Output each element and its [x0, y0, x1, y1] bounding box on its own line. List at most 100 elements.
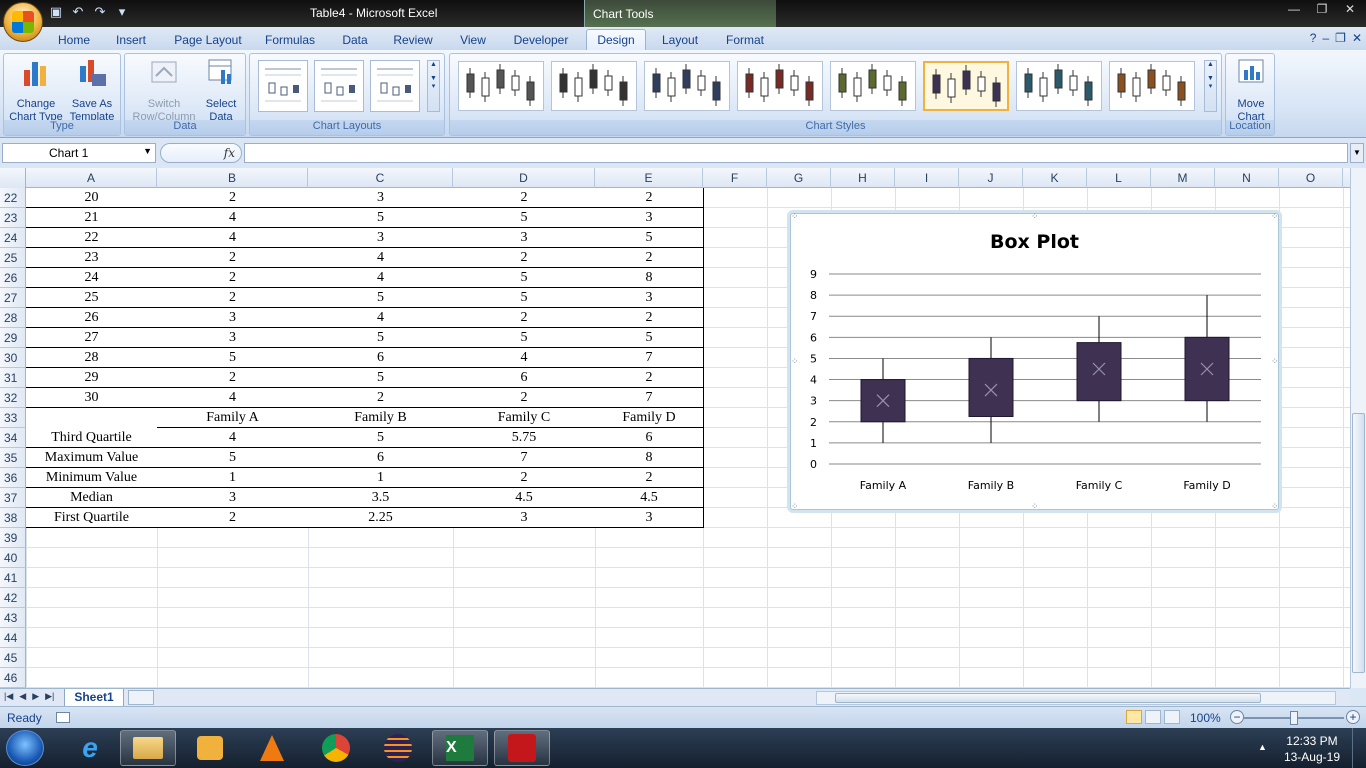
chart-style-8[interactable]: [1109, 61, 1195, 111]
first-sheet-icon[interactable]: |◀: [4, 691, 13, 702]
tab-developer[interactable]: Developer: [513, 30, 569, 50]
row-header-28[interactable]: 28: [0, 308, 26, 328]
office-button[interactable]: [3, 2, 43, 42]
normal-view-icon[interactable]: [1126, 710, 1142, 724]
cell-c30[interactable]: 6: [308, 348, 454, 368]
eclipse-icon[interactable]: [370, 730, 426, 766]
row-header-27[interactable]: 27: [0, 288, 26, 308]
ribbon-minimize-icon[interactable]: –: [1322, 31, 1329, 45]
tab-home[interactable]: Home: [58, 30, 90, 50]
column-header-b[interactable]: B: [157, 168, 308, 188]
column-header-m[interactable]: M: [1151, 168, 1215, 188]
redo-icon[interactable]: ↷: [92, 4, 108, 20]
switch-row-column-button[interactable]: Switch Row/Column: [129, 56, 199, 124]
row-header-34[interactable]: 34: [0, 428, 26, 448]
chart-layout-1[interactable]: [258, 60, 308, 112]
cell-a25[interactable]: 23: [26, 248, 158, 268]
save-icon[interactable]: ▣: [48, 4, 64, 20]
cell-a38[interactable]: First Quartile: [26, 508, 158, 528]
ribbon-restore-icon[interactable]: ❐: [1335, 31, 1346, 45]
insert-sheet-icon[interactable]: [128, 690, 154, 705]
chart-layout-3[interactable]: [370, 60, 420, 112]
cell-b29[interactable]: 3: [157, 328, 309, 348]
select-all-corner[interactable]: [0, 168, 26, 188]
cell-b33[interactable]: Family A: [157, 408, 309, 428]
row-header-45[interactable]: 45: [0, 648, 26, 668]
cell-a32[interactable]: 30: [26, 388, 158, 408]
cell-e36[interactable]: 2: [595, 468, 704, 488]
row-header-43[interactable]: 43: [0, 608, 26, 628]
cell-a33[interactable]: [26, 408, 158, 428]
cell-c28[interactable]: 4: [308, 308, 454, 328]
chart-style-3[interactable]: [644, 61, 730, 111]
cell-a29[interactable]: 27: [26, 328, 158, 348]
cell-d30[interactable]: 4: [453, 348, 596, 368]
cell-b28[interactable]: 3: [157, 308, 309, 328]
row-header-38[interactable]: 38: [0, 508, 26, 528]
cell-c32[interactable]: 2: [308, 388, 454, 408]
cell-d37[interactable]: 4.5: [453, 488, 596, 508]
macro-record-icon[interactable]: [56, 712, 70, 723]
excel-taskbar-icon[interactable]: X: [432, 730, 488, 766]
vlc-icon[interactable]: [244, 730, 300, 766]
cell-d27[interactable]: 5: [453, 288, 596, 308]
change-chart-type-button[interactable]: Change Chart Type: [8, 56, 64, 124]
row-header-30[interactable]: 30: [0, 348, 26, 368]
cell-b22[interactable]: 2: [157, 188, 309, 208]
cell-d35[interactable]: 7: [453, 448, 596, 468]
column-header-c[interactable]: C: [308, 168, 453, 188]
zoom-in-icon[interactable]: +: [1346, 710, 1360, 724]
tab-view[interactable]: View: [459, 30, 487, 50]
customize-qat-icon[interactable]: ▾: [114, 4, 130, 20]
row-header-33[interactable]: 33: [0, 408, 26, 428]
help-icon[interactable]: ?: [1310, 31, 1317, 45]
cell-d32[interactable]: 2: [453, 388, 596, 408]
chart-style-4[interactable]: [737, 61, 823, 111]
ribbon-close-icon[interactable]: ✕: [1352, 31, 1362, 45]
cell-a31[interactable]: 29: [26, 368, 158, 388]
cell-c29[interactable]: 5: [308, 328, 454, 348]
move-chart-button[interactable]: Move Chart: [1228, 56, 1274, 124]
row-header-23[interactable]: 23: [0, 208, 26, 228]
row-header-31[interactable]: 31: [0, 368, 26, 388]
column-header-l[interactable]: L: [1087, 168, 1151, 188]
page-break-view-icon[interactable]: [1164, 710, 1180, 724]
cell-d29[interactable]: 5: [453, 328, 596, 348]
cell-a26[interactable]: 24: [26, 268, 158, 288]
row-header-42[interactable]: 42: [0, 588, 26, 608]
horizontal-scroll-thumb[interactable]: [835, 693, 1261, 703]
cell-a35[interactable]: Maximum Value: [26, 448, 158, 468]
restore-icon[interactable]: ❐: [1310, 2, 1334, 18]
resize-handle-b[interactable]: ⁘: [1031, 502, 1039, 511]
sheet-tab-sheet1[interactable]: Sheet1: [64, 689, 124, 707]
page-layout-view-icon[interactable]: [1145, 710, 1161, 724]
cell-d26[interactable]: 5: [453, 268, 596, 288]
column-header-d[interactable]: D: [453, 168, 595, 188]
resize-handle-tl[interactable]: ⁘: [791, 212, 799, 221]
cell-a30[interactable]: 28: [26, 348, 158, 368]
cell-e23[interactable]: 3: [595, 208, 704, 228]
cell-d36[interactable]: 2: [453, 468, 596, 488]
name-box[interactable]: Chart 1 ▼: [2, 143, 156, 163]
row-header-29[interactable]: 29: [0, 328, 26, 348]
file-explorer-icon[interactable]: [120, 730, 176, 766]
cell-c31[interactable]: 5: [308, 368, 454, 388]
cell-c36[interactable]: 1: [308, 468, 454, 488]
zoom-out-icon[interactable]: −: [1230, 710, 1244, 724]
cell-b25[interactable]: 2: [157, 248, 309, 268]
chart-styles-scroll[interactable]: ▲ ▼ ▾: [1204, 60, 1217, 112]
row-header-37[interactable]: 37: [0, 488, 26, 508]
cell-c37[interactable]: 3.5: [308, 488, 454, 508]
chart-style-6[interactable]: [923, 61, 1009, 111]
tray-expand-icon[interactable]: ▲: [1258, 742, 1267, 752]
resize-handle-l[interactable]: ⁘: [791, 357, 799, 366]
cell-d33[interactable]: Family C: [453, 408, 596, 428]
cell-c22[interactable]: 3: [308, 188, 454, 208]
cell-a27[interactable]: 25: [26, 288, 158, 308]
cell-c38[interactable]: 2.25: [308, 508, 454, 528]
vertical-scrollbar[interactable]: [1350, 168, 1366, 688]
media-player-icon[interactable]: [182, 730, 238, 766]
chart-style-2[interactable]: [551, 61, 637, 111]
undo-icon[interactable]: ↶: [70, 4, 86, 20]
cell-a28[interactable]: 26: [26, 308, 158, 328]
